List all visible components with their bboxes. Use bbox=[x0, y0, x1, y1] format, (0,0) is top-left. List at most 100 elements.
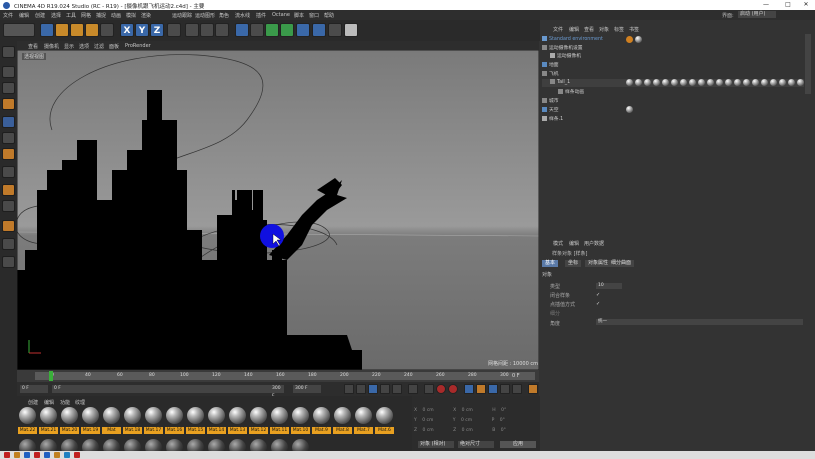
material-tag-icon[interactable] bbox=[626, 106, 633, 113]
material-swatch[interactable] bbox=[60, 437, 79, 456]
move-tool-icon[interactable] bbox=[55, 23, 69, 37]
material-tag-icon[interactable] bbox=[635, 79, 642, 86]
coord-pos-value[interactable]: 0 cm bbox=[423, 408, 434, 413]
scale-tool-icon[interactable] bbox=[70, 23, 84, 37]
material-tag-icon[interactable] bbox=[716, 79, 723, 86]
go-to-start-icon[interactable] bbox=[344, 384, 354, 394]
material-swatch[interactable] bbox=[18, 437, 37, 456]
object-row[interactable]: Standard environment bbox=[542, 36, 804, 44]
viewport-3d[interactable] bbox=[17, 50, 539, 370]
menu-pipeline[interactable]: 流水线 bbox=[235, 12, 250, 19]
make-editable-icon[interactable] bbox=[2, 46, 15, 58]
z-axis-lock-button[interactable]: Z bbox=[150, 23, 164, 37]
subdivision-icon[interactable] bbox=[265, 23, 279, 37]
menu-window[interactable]: 窗口 bbox=[309, 12, 319, 19]
attr-interp-checkbox[interactable]: ✓ bbox=[596, 301, 600, 307]
material-tag-icon[interactable] bbox=[779, 79, 786, 86]
obj-menu-tags[interactable]: 标签 bbox=[614, 26, 624, 33]
mat-menu-texture[interactable]: 纹理 bbox=[75, 399, 85, 406]
material-swatch[interactable] bbox=[249, 437, 268, 456]
key-selection-icon[interactable] bbox=[424, 384, 434, 394]
material-swatch[interactable]: Mat.18 bbox=[123, 407, 142, 437]
menu-octane[interactable]: Octane bbox=[272, 12, 290, 18]
material-swatch[interactable] bbox=[270, 437, 289, 456]
material-tag-icon[interactable] bbox=[707, 79, 714, 86]
menu-snap[interactable]: 捕捉 bbox=[96, 12, 106, 19]
menu-animate[interactable]: 动画 bbox=[111, 12, 121, 19]
material-swatch[interactable]: Mat.13 bbox=[228, 407, 247, 437]
cube-icon[interactable] bbox=[235, 23, 249, 37]
material-swatch[interactable]: Mat.9 bbox=[312, 407, 331, 437]
vp-menu-cameras[interactable]: 摄像机 bbox=[44, 43, 59, 50]
loop-icon[interactable] bbox=[408, 384, 418, 394]
material-swatch[interactable] bbox=[207, 437, 226, 456]
go-to-end-icon[interactable] bbox=[392, 384, 402, 394]
render-view-icon[interactable] bbox=[185, 23, 199, 37]
solo-icon[interactable] bbox=[2, 256, 15, 268]
material-tag-icon[interactable] bbox=[671, 79, 678, 86]
material-swatch[interactable]: Mat.21 bbox=[39, 407, 58, 437]
menu-mesh[interactable]: 网格 bbox=[81, 12, 91, 19]
material-swatch[interactable]: Mat bbox=[102, 407, 121, 437]
undo-redo-icon[interactable] bbox=[3, 23, 35, 37]
menu-select[interactable]: 选择 bbox=[51, 12, 61, 19]
floor-icon[interactable] bbox=[312, 23, 326, 37]
menu-motion-tracking[interactable]: 运动跟踪 bbox=[172, 12, 192, 19]
camera-icon[interactable] bbox=[328, 23, 342, 37]
material-tag-icon[interactable] bbox=[752, 79, 759, 86]
render-settings-icon[interactable] bbox=[215, 23, 229, 37]
material-swatch[interactable]: Mat.16 bbox=[165, 407, 184, 437]
attr-type-value[interactable]: 10 bbox=[596, 283, 622, 289]
object-row[interactable]: 运动摄像机 bbox=[542, 52, 804, 60]
tab-coord[interactable]: 坐标 bbox=[565, 260, 582, 267]
coord-size-value[interactable]: 0 cm bbox=[462, 428, 473, 433]
edges-mode-icon[interactable] bbox=[2, 132, 15, 144]
menu-mograph[interactable]: 运动图形 bbox=[195, 12, 215, 19]
mat-menu-function[interactable]: 功能 bbox=[60, 399, 70, 406]
object-row[interactable]: 城市 bbox=[542, 97, 804, 105]
material-swatch[interactable]: Mat.11 bbox=[270, 407, 289, 437]
material-swatch[interactable] bbox=[102, 437, 121, 456]
array-icon[interactable] bbox=[280, 23, 294, 37]
current-frame-field[interactable]: 0 F bbox=[20, 385, 48, 393]
app-icon[interactable] bbox=[24, 452, 30, 458]
menu-help[interactable]: 帮助 bbox=[324, 12, 334, 19]
menu-create[interactable]: 创建 bbox=[35, 12, 45, 19]
tweak-icon[interactable] bbox=[2, 184, 15, 196]
obj-menu-bookmarks[interactable]: 书签 bbox=[629, 26, 639, 33]
recent-tool-icon[interactable] bbox=[100, 23, 114, 37]
attr-menu-userdata[interactable]: 用户数据 bbox=[584, 240, 604, 247]
material-swatch[interactable]: Mat.14 bbox=[207, 407, 226, 437]
mat-menu-create[interactable]: 创建 bbox=[28, 399, 38, 406]
attr-interp-select[interactable]: 统一 bbox=[596, 319, 803, 325]
coord-size-value[interactable]: 0 cm bbox=[461, 418, 472, 423]
object-row[interactable]: 样条.1 bbox=[542, 115, 804, 123]
material-swatch[interactable] bbox=[228, 437, 247, 456]
deformer-icon[interactable] bbox=[296, 23, 310, 37]
material-tag-icon[interactable] bbox=[644, 79, 651, 86]
material-tag-icon[interactable] bbox=[725, 79, 732, 86]
menu-render[interactable]: 渲染 bbox=[141, 12, 151, 19]
key-rotation-icon[interactable] bbox=[488, 384, 498, 394]
play-icon[interactable] bbox=[368, 384, 378, 394]
coordinate-system-icon[interactable] bbox=[167, 23, 181, 37]
light-icon[interactable] bbox=[344, 23, 358, 37]
material-tag-icon[interactable] bbox=[662, 79, 669, 86]
material-tag-icon[interactable] bbox=[680, 79, 687, 86]
texture-mode-icon[interactable] bbox=[2, 82, 15, 94]
material-tag-icon[interactable] bbox=[689, 79, 696, 86]
material-swatch[interactable]: Mat.10 bbox=[291, 407, 310, 437]
coord-pos-value[interactable]: 0 cm bbox=[423, 428, 434, 433]
key-param-icon[interactable] bbox=[500, 384, 510, 394]
obj-menu-objects[interactable]: 对象 bbox=[599, 26, 609, 33]
app-icon[interactable] bbox=[44, 452, 50, 458]
obj-menu-file[interactable]: 文件 bbox=[553, 26, 563, 33]
object-manager-scrollbar[interactable] bbox=[805, 34, 811, 94]
menu-file[interactable]: 文件 bbox=[3, 12, 13, 19]
model-mode-icon[interactable] bbox=[2, 66, 15, 78]
vp-menu-options[interactable]: 选项 bbox=[79, 43, 89, 50]
material-swatch[interactable]: Mat.6 bbox=[375, 407, 394, 437]
preview-range-slider[interactable]: 0 F bbox=[52, 385, 284, 393]
vp-menu-display[interactable]: 显示 bbox=[64, 43, 74, 50]
end-frame-field[interactable]: 300 F bbox=[293, 385, 321, 393]
